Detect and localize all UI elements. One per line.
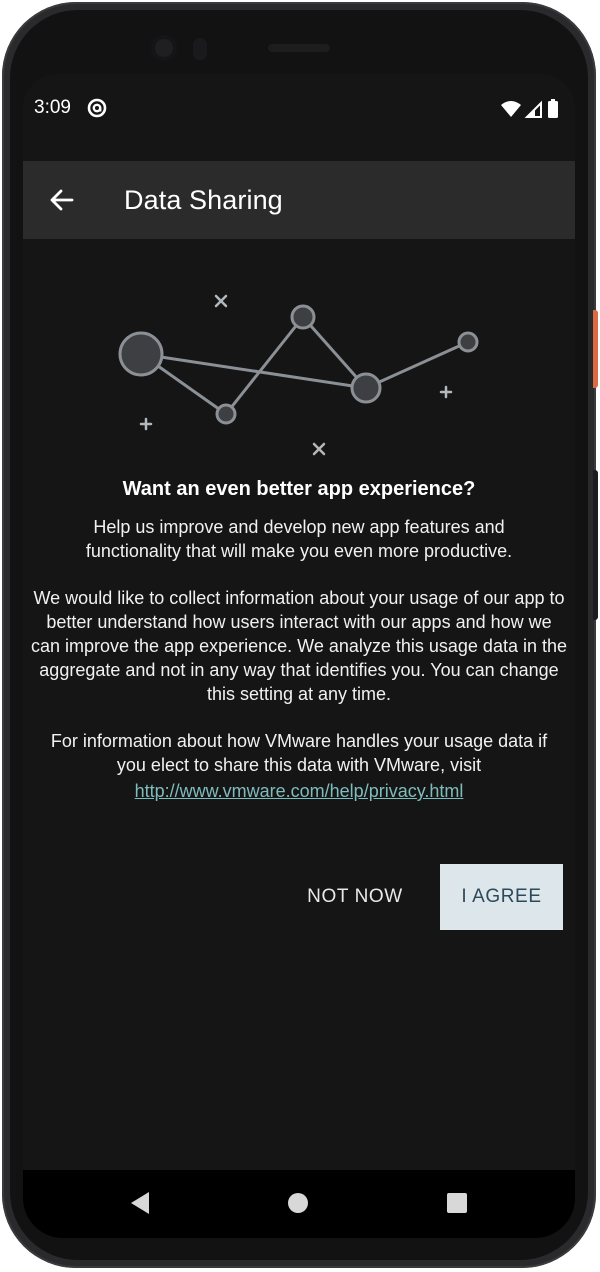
intro-paragraph: Help us improve and develop new app feat… [85,517,513,561]
privacy-link[interactable]: http://www.vmware.com/help/privacy.html [135,779,464,803]
nav-back-icon[interactable] [127,1190,153,1216]
heading: Want an even better app experience? [122,478,476,500]
cell-signal-icon [524,100,542,118]
status-bar: 3:09 [23,74,575,142]
power-button [593,310,598,388]
network-illustration-icon [118,294,479,456]
app-bar: Data Sharing [23,161,575,239]
wifi-icon [501,101,521,117]
nav-home-icon[interactable] [287,1192,309,1214]
arrow-left-icon [50,189,74,211]
nav-recents-icon[interactable] [446,1192,468,1214]
privacy-text: For information about how VMware handles… [50,731,548,775]
earpiece-speaker [268,44,330,52]
content: Want an even better app experience? Help… [23,472,575,803]
at-sign-icon [87,98,107,118]
usage-paragraph: We would like to collect information abo… [31,588,568,704]
screen: 3:09 Data Sharing Want an even better ap… [23,74,575,1238]
front-camera [151,35,177,61]
status-time: 3:09 [34,97,71,118]
volume-button [593,470,598,620]
privacy-paragraph: For information about how VMware handles… [39,729,559,803]
battery-icon [548,99,558,118]
i-agree-button[interactable]: I AGREE [440,864,563,930]
status-icons [501,99,558,118]
back-button[interactable] [43,181,81,219]
not-now-button[interactable]: NOT NOW [295,864,415,930]
page-title: Data Sharing [124,185,283,215]
nav-bar [23,1170,575,1238]
camera-sensor [193,38,207,60]
